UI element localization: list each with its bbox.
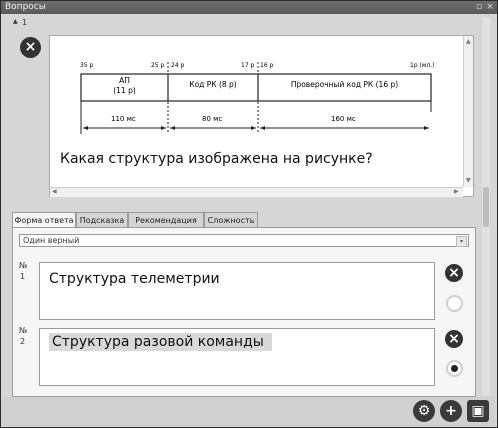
answer-type-value: Один верный [23, 236, 80, 245]
correct-answer-radio[interactable] [446, 295, 463, 312]
delete-answer-glyph: × [448, 331, 460, 347]
settings-icon[interactable]: ⚙ [413, 400, 435, 422]
answer-text: Структура телеметрии [49, 271, 220, 287]
tab-recommendation[interactable]: Рекомендация [128, 212, 204, 227]
duration-label: 160 мс [331, 115, 356, 123]
question-number: 1 [22, 18, 28, 27]
window-title: Вопросы [5, 2, 46, 12]
tab-answer-form[interactable]: Форма ответа [12, 212, 76, 228]
answer-text-field[interactable]: Структура разовой команды [39, 328, 435, 386]
question-vscrollbar[interactable]: ▲ ▼ [463, 36, 473, 187]
correct-answer-radio-selected[interactable] [446, 360, 463, 377]
scroll-left-icon[interactable]: ◀ [52, 188, 57, 195]
save-icon[interactable]: ▣ [467, 400, 489, 422]
answer-type-select[interactable]: Один верный ▾ [19, 234, 469, 247]
delete-answer-icon[interactable]: × [445, 330, 463, 348]
chevron-down-icon[interactable]: ▾ [456, 236, 467, 247]
scroll-right-icon[interactable]: ▶ [454, 188, 459, 195]
tick-label: 24 р [171, 62, 185, 69]
tick-label: 16 р [260, 62, 274, 69]
question-text: Какая структура изображена на рисунке? [60, 151, 373, 167]
delete-question-icon[interactable]: × [20, 37, 41, 58]
window-titlebar: Вопросы ▫ × [1, 1, 497, 14]
block-check-code: Проверочный код РК (16 р) [290, 80, 399, 89]
window-scroll-thumb[interactable] [483, 187, 489, 227]
answer-num-symbol: № [19, 261, 28, 270]
answer-index: 1 [20, 272, 26, 281]
tab-hint[interactable]: Подсказка [76, 212, 128, 227]
tick-label: 25 р [151, 62, 165, 69]
answer-text-field[interactable]: Структура телеметрии [39, 262, 435, 320]
answer-index: 2 [20, 337, 26, 346]
duration-label: 80 мс [202, 115, 223, 123]
delete-answer-glyph: × [448, 265, 460, 281]
window-scrollbar[interactable] [482, 17, 490, 395]
add-icon[interactable]: + [440, 400, 462, 422]
block-ap-title: АП [119, 76, 130, 85]
delete-question-glyph: × [24, 39, 37, 55]
tab-difficulty[interactable]: Сложность [204, 212, 258, 227]
scroll-up-icon[interactable]: ▲ [466, 38, 471, 45]
tick-label: 35 р [80, 62, 94, 69]
duration-label: 110 мс [111, 115, 136, 123]
block-ap-subtitle: (11 р) [113, 86, 136, 95]
tick-label: 1р (мл.) [410, 62, 435, 69]
question-content-panel[interactable]: 35 р 25 р 24 р 17 р 16 р 1р (мл.) АП (11… [49, 35, 474, 197]
answer-text: Структура разовой команды [49, 333, 272, 351]
question-hscrollbar[interactable]: ◀ ▶ [50, 187, 463, 197]
bottom-toolbar: ⚙ + ▣ [1, 397, 495, 426]
answer-num-symbol: № [19, 326, 28, 335]
scroll-down-icon[interactable]: ▼ [466, 177, 471, 184]
tick-label: 17 р [241, 62, 255, 69]
collapse-icon[interactable]: ▲ [13, 18, 18, 25]
radio-dot [451, 365, 458, 372]
block-ap: АП (11 р) [81, 76, 168, 96]
delete-answer-icon[interactable]: × [445, 264, 463, 282]
close-icon[interactable]: × [485, 2, 495, 12]
pin-icon[interactable]: ▫ [474, 2, 484, 12]
block-rk-code: Код РК (8 р) [189, 80, 237, 89]
